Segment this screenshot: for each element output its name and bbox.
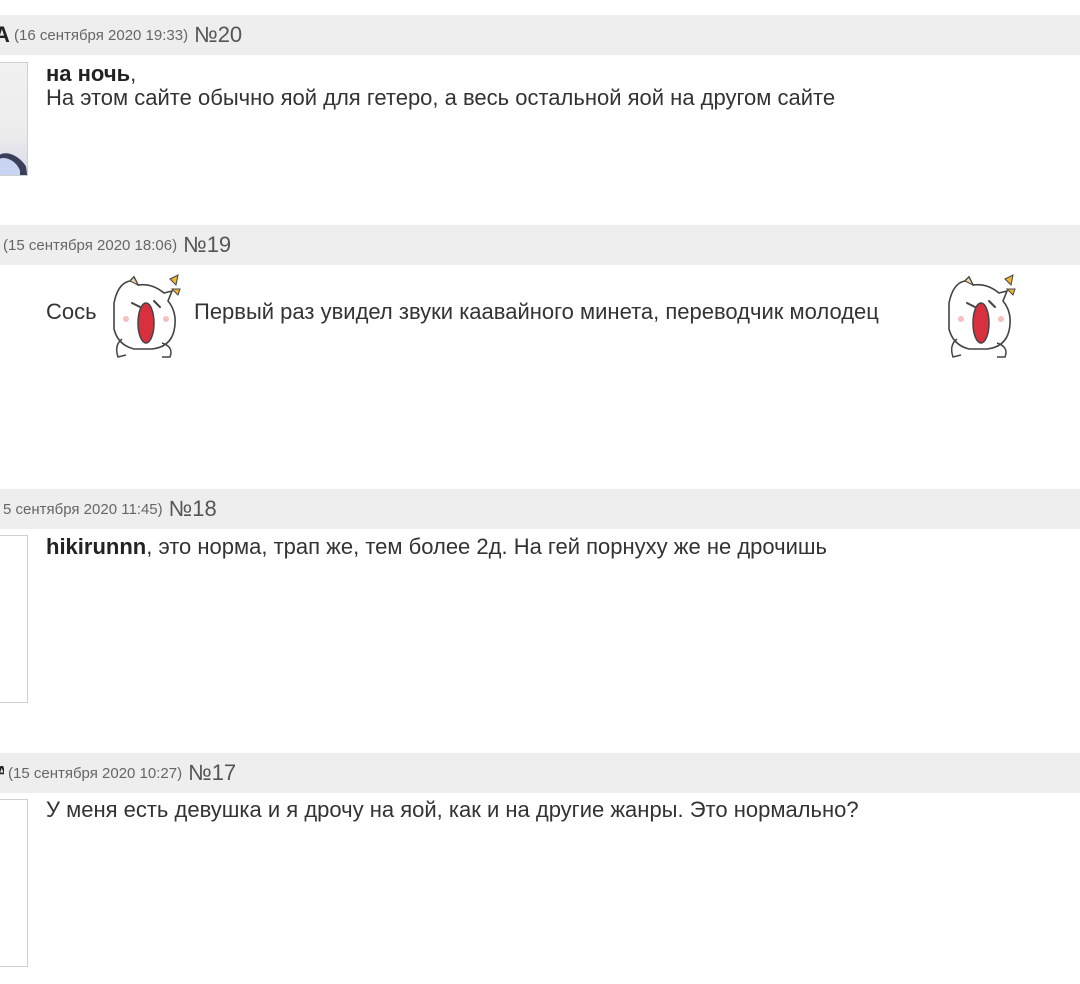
comment-date: (15 сентября 2020 10:27) — [8, 764, 183, 782]
comment-date: 5 сентября 2020 11:45) — [3, 500, 163, 518]
comment-header: 5 сентября 2020 11:45) №18 — [0, 489, 1080, 529]
comment-number[interactable]: №17 — [188, 760, 236, 786]
comment-date: (16 сентября 2020 19:33) — [14, 26, 189, 44]
comment-author-link[interactable]: A — [0, 22, 10, 48]
comment-number[interactable]: №20 — [194, 22, 242, 48]
comment-header: (15 сентября 2020 18:06) №19 — [0, 225, 1080, 265]
comment-text: На этом сайте обычно яой для гетеро, а в… — [46, 85, 836, 110]
comment-text: это норма, трап же, тем более 2д. На гей… — [152, 534, 828, 559]
comment-header: A (15 сентября 2020 10:27) №17 — [0, 753, 1080, 793]
comment-text: У меня есть девушка и я дрочу на яой, ка… — [46, 797, 859, 822]
comment-body: на ночь, — [46, 61, 136, 87]
comment-text: Первый раз увидел звуки каавайного минет… — [194, 299, 879, 324]
comment-text-before: Сось — [46, 299, 97, 324]
comment-body: hikirunnn, это норма, трап же, тем более… — [46, 534, 827, 560]
reply-to-username[interactable]: hikirunnn — [46, 534, 146, 559]
comment-date: (15 сентября 2020 18:06) — [3, 236, 178, 254]
comment-number[interactable]: №19 — [183, 232, 231, 258]
comment-number[interactable]: №18 — [169, 496, 217, 522]
avatar[interactable] — [0, 799, 28, 967]
comment-header: A (16 сентября 2020 19:33) №20 — [0, 15, 1080, 55]
reply-to-username[interactable]: на ночь — [46, 61, 130, 86]
reply-separator: , — [130, 61, 137, 86]
screaming-cat-sticker-icon — [948, 274, 1016, 358]
screaming-cat-sticker-icon — [113, 274, 181, 358]
comment-author-link[interactable]: A — [0, 764, 4, 782]
avatar[interactable] — [0, 535, 28, 703]
avatar[interactable] — [0, 62, 28, 176]
avatar-image — [0, 153, 27, 175]
